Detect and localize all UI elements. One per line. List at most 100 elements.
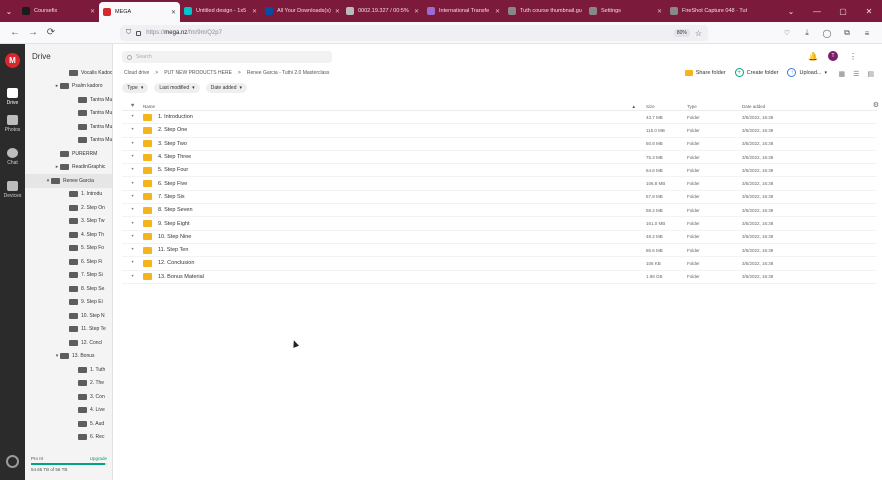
breadcrumb-item[interactable]: Renee Garcia - Tuthi 2.0 Masterclass: [247, 70, 330, 76]
transfers-icon[interactable]: [6, 455, 19, 468]
reload-button[interactable]: ⟳: [42, 24, 60, 42]
sidebar-tree-item[interactable]: 3. Con: [25, 390, 112, 404]
table-row[interactable]: • 9. Step Eight 161.0 MB Folder 3/5/2022, 16…: [122, 217, 877, 231]
close-tab-icon[interactable]: ✕: [252, 8, 257, 15]
extensions-icon[interactable]: ⧉: [840, 25, 854, 41]
row-dot-icon[interactable]: •: [122, 114, 143, 120]
close-window-button[interactable]: ✕: [856, 7, 882, 16]
tab-3[interactable]: All Your Downloads(s) ✕: [261, 0, 342, 22]
close-tab-icon[interactable]: ✕: [90, 8, 95, 15]
row-dot-icon[interactable]: •: [122, 207, 143, 213]
close-tab-icon[interactable]: ✕: [335, 8, 340, 15]
sidebar-tree-item[interactable]: 8. Step Se: [25, 282, 112, 296]
sidebar-tree-item[interactable]: 5. Aud: [25, 417, 112, 431]
sidebar-tree-item[interactable]: 7. Step Si: [25, 269, 112, 283]
row-dot-icon[interactable]: •: [122, 167, 143, 173]
sidebar-tree-item[interactable]: Vocalis Kadoo: [25, 66, 112, 80]
rail-item-drive[interactable]: Drive: [0, 88, 25, 106]
close-tab-icon[interactable]: ✕: [657, 8, 662, 15]
sidebar-tree-item[interactable]: 2. The: [25, 377, 112, 391]
sidebar-tree-item[interactable]: 5. Step Fo: [25, 242, 112, 256]
row-dot-icon[interactable]: •: [122, 194, 143, 200]
account-icon[interactable]: ◯: [820, 25, 834, 41]
breadcrumb-item[interactable]: PUT NEW PRODUCTS HERE: [164, 70, 232, 76]
table-row[interactable]: • 3. Step Two 60.8 MB Folder 3/5/2022, 16:38: [122, 138, 877, 151]
tab-2[interactable]: Untitled design - 1x5 ✕: [180, 0, 261, 22]
favourite-column-icon[interactable]: ♥: [122, 103, 143, 109]
tab-6[interactable]: Tuth course thumbnail.gu✕: [504, 0, 585, 22]
tab-4[interactable]: 0002.19.327 / 00:5% ✕: [342, 0, 423, 22]
sidebar-tree-item[interactable]: 12. Concl: [25, 336, 112, 350]
sidebar-tree-item[interactable]: 4. Live: [25, 404, 112, 418]
sidebar-tree-item[interactable]: Tantra Mu: [25, 120, 112, 134]
thumbnail-view-icon[interactable]: ▦: [838, 70, 845, 78]
forward-button[interactable]: →: [24, 24, 42, 42]
row-dot-icon[interactable]: •: [122, 221, 143, 227]
table-row[interactable]: • 13. Bonus Material 1.98 GB Folder 3/5/2022…: [122, 271, 877, 284]
tab-7[interactable]: Settings ✕: [585, 0, 666, 22]
row-dot-icon[interactable]: •: [122, 127, 143, 133]
sidebar-tree-item[interactable]: Tantra Mu: [25, 93, 112, 107]
sidebar-tree-item[interactable]: 1. Introdu: [25, 188, 112, 202]
close-tab-icon[interactable]: ✕: [495, 8, 500, 15]
info-icon[interactable]: ▤: [867, 70, 874, 78]
table-row[interactable]: • 5. Step Four 64.6 MB Folder 3/5/2022, 16:3…: [122, 164, 877, 178]
row-dot-icon[interactable]: •: [122, 141, 143, 147]
column-type[interactable]: Type: [687, 104, 742, 109]
search-input[interactable]: Search: [122, 51, 332, 63]
rail-item-photos[interactable]: Photos: [0, 115, 25, 133]
star-icon[interactable]: ☆: [695, 29, 702, 38]
table-row[interactable]: • 11. Step Ten 86.6 MB Folder 3/5/2022, 16:3…: [122, 244, 877, 258]
sidebar-tree-item[interactable]: Tantra Mu: [25, 107, 112, 121]
table-row[interactable]: • 2. Step One 115.0 MB Folder 3/5/2022, 16:3…: [122, 124, 877, 138]
table-row[interactable]: • 1. Introduction 43.7 MB Folder 3/5/2022, 1…: [122, 111, 877, 125]
minimize-button[interactable]: —: [804, 7, 830, 16]
upgrade-link[interactable]: Upgrade: [90, 456, 107, 461]
column-date[interactable]: Date added: [742, 104, 822, 109]
sidebar-tree-item[interactable]: 2. Step On: [25, 201, 112, 215]
tablist-icon[interactable]: ⌄: [0, 0, 18, 22]
notification-icon[interactable]: 🔔: [808, 51, 818, 61]
table-row[interactable]: • 12. Conclusion 108 KB Folder 3/5/2022, 16:…: [122, 257, 877, 271]
zoom-level[interactable]: 80%: [673, 29, 690, 37]
filter-chip[interactable]: Date added ▾: [205, 83, 247, 93]
url-bar[interactable]: ⛉ https://mega.nz/fm/9m/Q2p7 80% ☆: [120, 25, 708, 41]
sidebar-tree-item[interactable]: 4. Step Th: [25, 228, 112, 242]
row-dot-icon[interactable]: •: [122, 154, 143, 160]
sidebar-tree-item[interactable]: Tantra Mu: [25, 134, 112, 148]
filter-chip[interactable]: Last modified ▾: [154, 83, 200, 93]
pocket-icon[interactable]: ♡: [780, 25, 794, 41]
sidebar-tree-item[interactable]: ▾ Renee Garcia: [25, 174, 112, 188]
sidebar-tree-item[interactable]: PURERRM: [25, 147, 112, 161]
list-view-icon[interactable]: ☰: [853, 70, 859, 78]
sidebar-tree-item[interactable]: 10. Step N: [25, 309, 112, 323]
upload-button[interactable]: ↑ Upload... ▾: [787, 68, 827, 77]
back-button[interactable]: ←: [6, 24, 24, 42]
column-name[interactable]: Name ▲: [143, 104, 646, 109]
menu-icon[interactable]: ⋮: [848, 51, 858, 61]
tab-1[interactable]: MEGA ✕: [99, 2, 180, 22]
mega-logo[interactable]: M: [5, 53, 20, 68]
rail-item-devices[interactable]: Devices: [0, 181, 25, 199]
sidebar-tree-item[interactable]: ▸ Psalm kadoro: [25, 80, 112, 94]
rail-item-chat[interactable]: Chat: [0, 148, 25, 166]
sidebar-tree-item[interactable]: ▾ 13. Bonus: [25, 350, 112, 364]
close-tab-icon[interactable]: ✕: [171, 9, 176, 16]
row-dot-icon[interactable]: •: [122, 181, 143, 187]
table-row[interactable]: • 6. Step Five 106.8 MB Folder 3/5/2022, 16:…: [122, 177, 877, 191]
filter-chip[interactable]: Type ▾: [122, 83, 149, 93]
sidebar-tree-item[interactable]: 6. Rec: [25, 431, 112, 445]
row-dot-icon[interactable]: •: [122, 274, 143, 280]
row-dot-icon[interactable]: •: [122, 247, 143, 253]
close-tab-icon[interactable]: ✕: [414, 8, 419, 15]
row-dot-icon[interactable]: •: [122, 234, 143, 240]
sidebar-tree-item[interactable]: 1. Tuth: [25, 363, 112, 377]
sidebar-tree-item[interactable]: 11. Step Te: [25, 323, 112, 337]
tab-8[interactable]: FireShot Capture 048 · Tuth✕: [666, 0, 747, 22]
avatar[interactable]: T: [828, 51, 838, 61]
sidebar-tree-item[interactable]: 3. Step Tw: [25, 215, 112, 229]
table-row[interactable]: • 8. Step Seven 58.2 MB Folder 3/5/2022, 16:…: [122, 204, 877, 218]
sidebar-tree-item[interactable]: ▸ ReadinGraphic: [25, 161, 112, 175]
table-row[interactable]: • 7. Step Six 57.8 MB Folder 3/5/2022, 16:38: [122, 191, 877, 205]
table-row[interactable]: • 10. Step Nine 48.2 MB Folder 3/5/2022, 16:…: [122, 231, 877, 244]
